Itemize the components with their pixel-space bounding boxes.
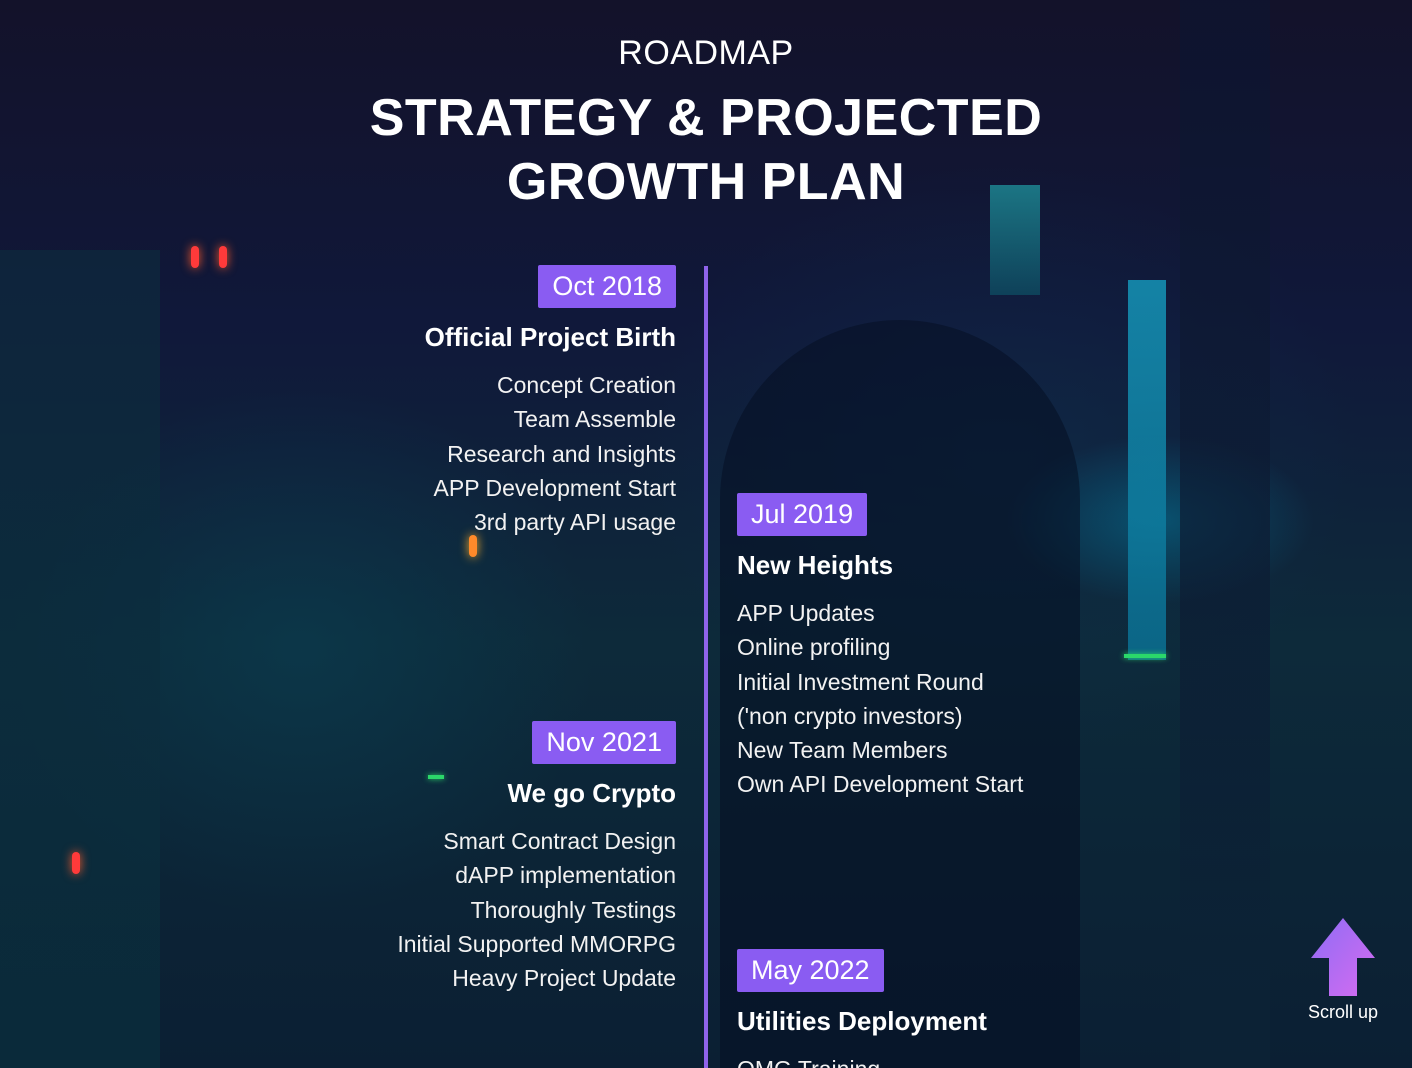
- timeline-entry-may-2022: May 2022 Utilities Deployment OMG Traini…: [737, 949, 1097, 1068]
- background-wall: [0, 250, 160, 1068]
- milestone-list: Concept Creation Team Assemble Research …: [316, 368, 676, 539]
- list-item: New Team Members: [737, 737, 948, 764]
- timeline-entry-oct-2018: Oct 2018 Official Project Birth Concept …: [316, 265, 676, 539]
- date-badge: Nov 2021: [532, 721, 676, 764]
- page-title: STRATEGY & PROJECTED GROWTH PLAN: [0, 86, 1412, 214]
- list-item: Initial Supported MMORPG: [397, 930, 676, 957]
- timeline-entry-jul-2019: Jul 2019 New Heights APP Updates Online …: [737, 493, 1097, 802]
- date-badge: Oct 2018: [538, 265, 676, 308]
- page-title-line-1: STRATEGY & PROJECTED: [369, 89, 1043, 147]
- list-item: Research and Insights: [447, 440, 676, 467]
- list-item: Own API Development Start: [737, 771, 1024, 798]
- list-item: OMG Training: [737, 1052, 1097, 1068]
- milestone-list: OMG Training: [737, 1052, 1097, 1068]
- milestone-title: Official Project Birth: [424, 322, 676, 352]
- date-badge: May 2022: [737, 949, 884, 992]
- roadmap-header: ROADMAP STRATEGY & PROJECTED GROWTH PLAN: [0, 36, 1412, 214]
- list-item: Concept Creation: [497, 372, 676, 398]
- background-red-light: [72, 852, 80, 874]
- arrow-up-icon: [1311, 918, 1375, 996]
- page-title-line-2: GROWTH PLAN: [506, 153, 906, 211]
- background-green-light: [1124, 654, 1166, 658]
- date-badge: Jul 2019: [737, 493, 868, 536]
- list-item: Online profiling: [737, 634, 891, 661]
- milestone-list: Smart Contract Design dAPP implementatio…: [316, 824, 676, 995]
- scroll-up-label: Scroll up: [1307, 1002, 1379, 1022]
- background-light-panel: [1128, 280, 1166, 660]
- milestone-title: We go Crypto: [507, 778, 676, 808]
- background-red-light: [191, 246, 199, 268]
- list-item: Initial Investment Round: [737, 668, 984, 695]
- milestone-title: Utilities Deployment: [737, 1006, 987, 1036]
- timeline-entry-nov-2021: Nov 2021 We go Crypto Smart Contract Des…: [316, 721, 676, 995]
- milestone-title: New Heights: [737, 550, 894, 580]
- timeline-line: [704, 266, 708, 1068]
- list-item: dAPP implementation: [455, 862, 676, 889]
- list-item: ('non crypto investors): [737, 702, 963, 729]
- background-red-light: [219, 246, 227, 268]
- list-item: APP Updates: [737, 600, 875, 626]
- section-kicker: ROADMAP: [618, 34, 794, 72]
- scroll-up-button[interactable]: Scroll up: [1300, 916, 1386, 1023]
- list-item: APP Development Start: [433, 474, 676, 501]
- list-item: Thoroughly Testings: [470, 896, 676, 923]
- list-item: Team Assemble: [513, 406, 676, 433]
- list-item: Heavy Project Update: [452, 965, 676, 992]
- milestone-list: APP Updates Online profiling Initial Inv…: [737, 596, 1097, 802]
- list-item: 3rd party API usage: [473, 509, 676, 536]
- list-item: Smart Contract Design: [443, 828, 676, 854]
